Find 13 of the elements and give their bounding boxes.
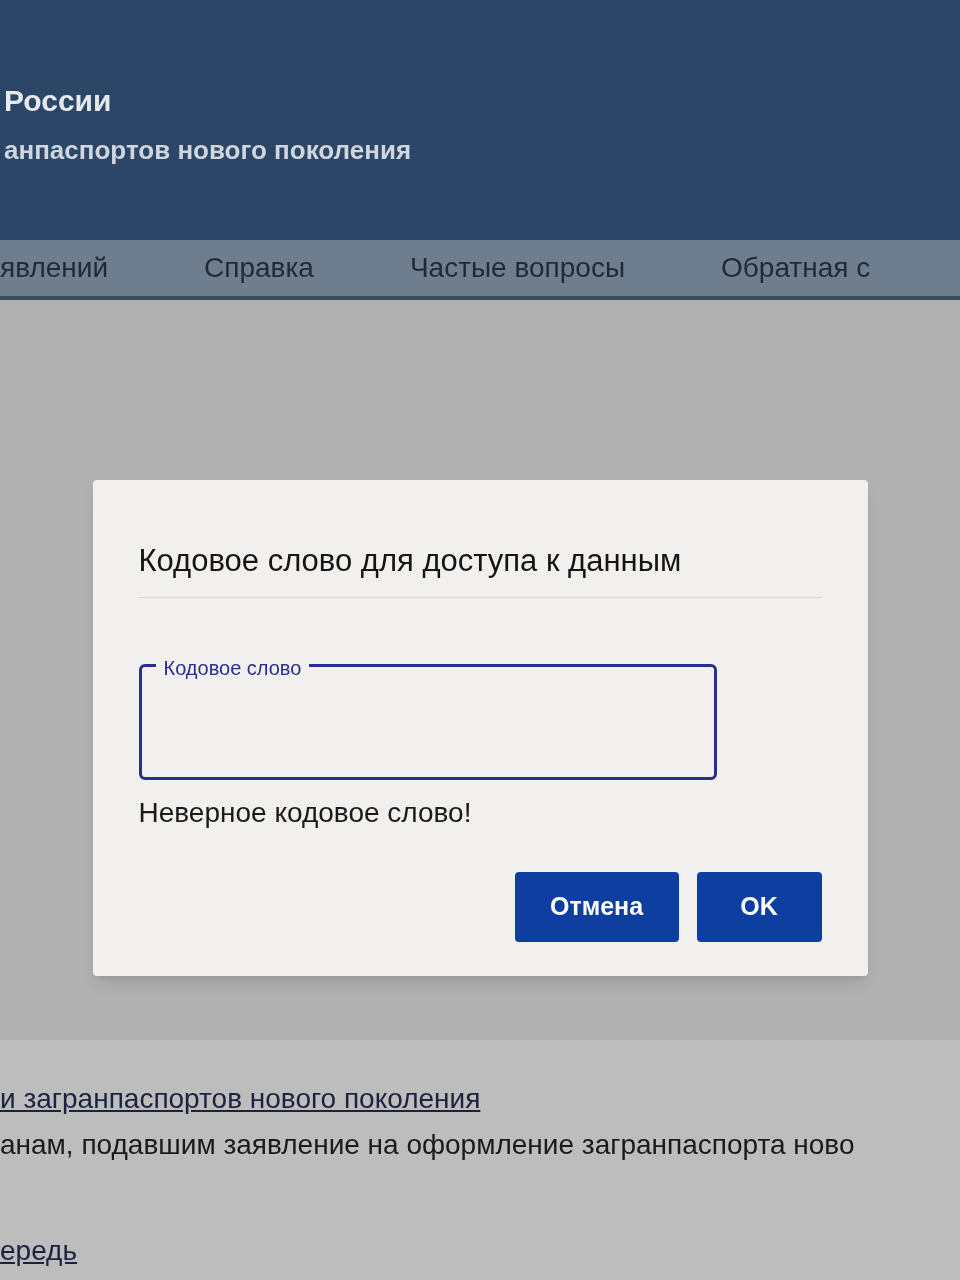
dialog-title: Кодовое слово для доступа к данным (138, 538, 822, 598)
nav-link[interactable]: Обратная с (721, 247, 871, 289)
cancel-button[interactable]: Отмена (514, 871, 679, 942)
site-title: России (4, 83, 113, 119)
page-link[interactable]: и загранпаспортов нового поколения (0, 1078, 960, 1120)
ok-button[interactable]: OK (696, 871, 822, 942)
queue-link[interactable]: ередь (0, 1230, 960, 1272)
nav-link[interactable]: явлений (0, 247, 109, 289)
site-subtitle: анпаспортов нового поколения (4, 134, 413, 167)
error-message: Неверное кодовое слово! (138, 795, 473, 830)
notice-text: анам, подавшим заявление на оформление загранпаспорта ново (0, 1128, 856, 1162)
nav-link[interactable]: Частые вопросы (409, 247, 625, 289)
nav-link[interactable]: Справка (204, 247, 314, 289)
